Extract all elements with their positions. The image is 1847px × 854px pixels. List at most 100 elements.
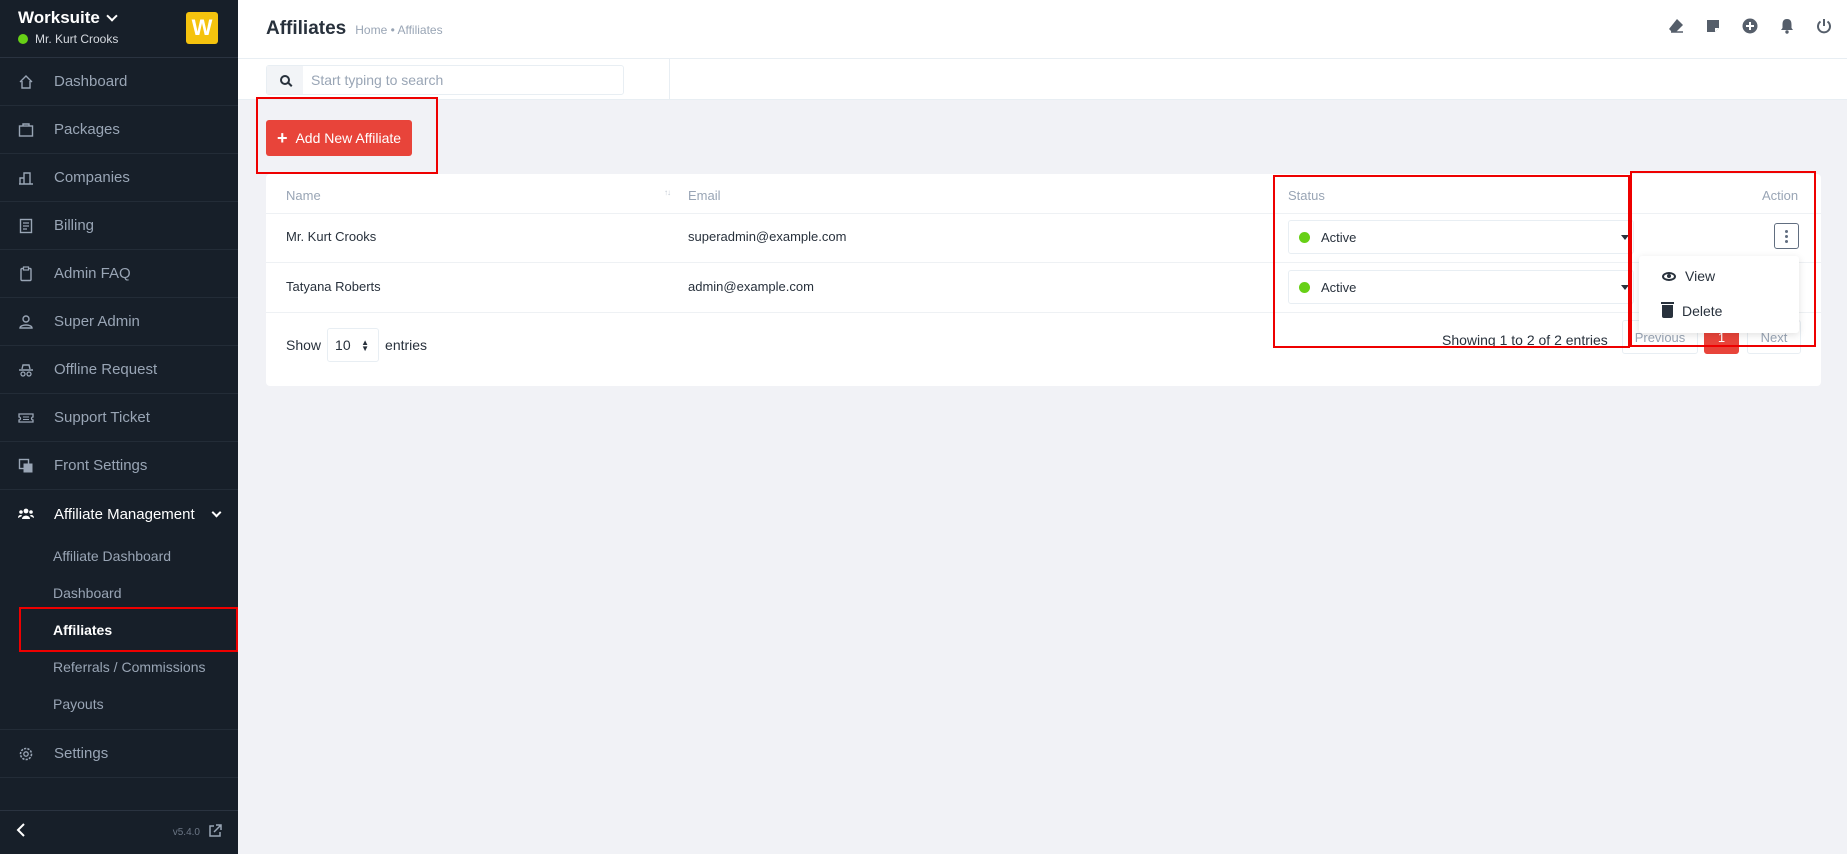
view-label: View [1685, 268, 1716, 284]
search-divider [669, 59, 670, 100]
row-email: superadmin@example.com [688, 229, 847, 244]
row-name: Mr. Kurt Crooks [286, 229, 377, 244]
sidebar-item-label: Admin FAQ [54, 265, 131, 282]
column-header-status: Status [1288, 188, 1325, 203]
sidebar-item-front-settings[interactable]: Front Settings [0, 442, 238, 490]
add-new-affiliate-label: Add New Affiliate [295, 130, 402, 146]
users-icon [18, 506, 34, 522]
brand-header[interactable]: Worksuite Mr. Kurt Crooks W [0, 0, 238, 58]
caret-down-icon [1621, 285, 1629, 290]
receipt-icon [18, 218, 34, 234]
chevron-down-icon [106, 9, 118, 22]
sidebar-subitem-dashboard[interactable]: Dashboard [0, 575, 238, 612]
logo: W [186, 12, 218, 44]
affiliate-management-group: Affiliate Management Affiliate Dashboard… [0, 490, 238, 730]
active-status-dot [1299, 281, 1310, 293]
sidebar-item-label: Packages [54, 121, 120, 138]
clipboard-icon [18, 265, 34, 282]
version-info: v5.4.0 [173, 824, 222, 841]
caret-down-icon [1621, 235, 1629, 240]
row-email: admin@example.com [688, 279, 814, 294]
status-select[interactable]: Active [1288, 270, 1634, 304]
active-status-dot [1299, 231, 1310, 243]
status-select[interactable]: Active [1288, 220, 1634, 254]
plus-icon: + [276, 128, 288, 148]
sidebar-item-label: Dashboard [54, 73, 128, 90]
sort-icon[interactable]: ↑↓ [664, 188, 671, 197]
delete-menu-item[interactable]: Delete [1661, 301, 1723, 319]
sidebar-item-offline-request[interactable]: Offline Request [0, 346, 238, 394]
row-name: Tatyana Roberts [286, 279, 381, 294]
sidebar-item-label: Companies [54, 169, 130, 186]
sidebar-item-settings[interactable]: Settings [0, 730, 238, 778]
external-link-icon[interactable] [208, 824, 222, 841]
search-input[interactable] [303, 72, 603, 88]
row-action-dropdown: View Delete [1639, 256, 1799, 333]
delete-label: Delete [1682, 303, 1723, 319]
package-icon [18, 122, 34, 138]
sidebar-item-companies[interactable]: Companies [0, 154, 238, 202]
sidebar-item-billing[interactable]: Billing [0, 202, 238, 250]
trash-icon [1661, 301, 1674, 318]
sidebar-subitem-affiliate-dashboard[interactable]: Affiliate Dashboard [0, 538, 238, 575]
row-divider [266, 262, 1821, 263]
header-icons [1668, 18, 1831, 34]
header-divider [266, 213, 1821, 214]
add-new-affiliate-button[interactable]: + Add New Affiliate [266, 120, 412, 156]
current-user-name: Mr. Kurt Crooks [35, 32, 119, 46]
search-field[interactable] [266, 65, 624, 95]
sidebar-item-support-ticket[interactable]: Support Ticket [0, 394, 238, 442]
column-header-name[interactable]: Name [286, 188, 321, 203]
page-title: Affiliates [266, 18, 347, 39]
sidebar-item-super-admin[interactable]: Super Admin [0, 298, 238, 346]
row-action-menu-button[interactable] [1774, 223, 1799, 249]
sticky-note-icon[interactable] [1705, 18, 1720, 33]
version-label: v5.4.0 [172, 827, 200, 838]
column-header-email[interactable]: Email [688, 188, 721, 203]
sidebar-item-dashboard[interactable]: Dashboard [0, 58, 238, 106]
sidebar-subitem-payouts[interactable]: Payouts [0, 686, 238, 723]
collapse-sidebar-icon[interactable] [16, 823, 26, 842]
affiliates-table-card: Name ↑↓ Email Status Action Mr. Kurt Cro… [266, 174, 1821, 386]
more-vertical-icon [1785, 234, 1788, 238]
search-bar [238, 59, 1847, 100]
sidebar-item-label: Settings [54, 745, 109, 762]
sidebar-subitem-affiliates[interactable]: Affiliates [0, 612, 238, 649]
sidebar: Worksuite Mr. Kurt Crooks W Dashboard Pa… [0, 0, 238, 854]
sidebar-item-affiliate-management[interactable]: Affiliate Management [0, 490, 238, 538]
power-icon[interactable] [1816, 18, 1831, 34]
page-length-select[interactable]: 10 ▲ ▼ [327, 328, 380, 362]
online-status-dot [18, 34, 28, 44]
table-info: Showing 1 to 2 of 2 entries [1442, 332, 1608, 348]
chevron-down-icon [211, 507, 222, 517]
sidebar-item-label: Support Ticket [54, 409, 150, 426]
plus-circle-icon[interactable] [1742, 18, 1758, 34]
entries-label: entries [385, 337, 428, 353]
eraser-icon[interactable] [1668, 18, 1683, 33]
logo-letter: W [191, 15, 213, 40]
sidebar-item-label: Offline Request [54, 361, 158, 378]
page-length-value: 10 [335, 337, 351, 353]
top-header: Affiliates Home • Affiliates [238, 0, 1847, 59]
show-label: Show [286, 337, 322, 353]
incognito-icon [18, 362, 34, 378]
sidebar-item-label: Front Settings [54, 457, 148, 474]
building-icon [18, 170, 34, 186]
sidebar-subitem-referrals-commissions[interactable]: Referrals / Commissions [0, 649, 238, 686]
sidebar-item-label: Super Admin [54, 313, 140, 330]
gear-icon [18, 746, 34, 762]
search-icon [267, 66, 303, 94]
status-value: Active [1321, 279, 1357, 295]
breadcrumb[interactable]: Home • Affiliates [355, 23, 442, 37]
row-divider [266, 312, 1821, 313]
status-value: Active [1321, 229, 1357, 245]
ticket-icon [18, 410, 34, 426]
sidebar-item-admin-faq[interactable]: Admin FAQ [0, 250, 238, 298]
sidebar-item-packages[interactable]: Packages [0, 106, 238, 154]
bell-icon[interactable] [1779, 18, 1794, 34]
eye-icon [1662, 271, 1676, 281]
sidebar-item-label: Billing [54, 217, 95, 234]
user-icon [18, 314, 34, 330]
view-menu-item[interactable]: View [1662, 268, 1715, 284]
sidebar-item-label: Affiliate Management [54, 505, 195, 523]
